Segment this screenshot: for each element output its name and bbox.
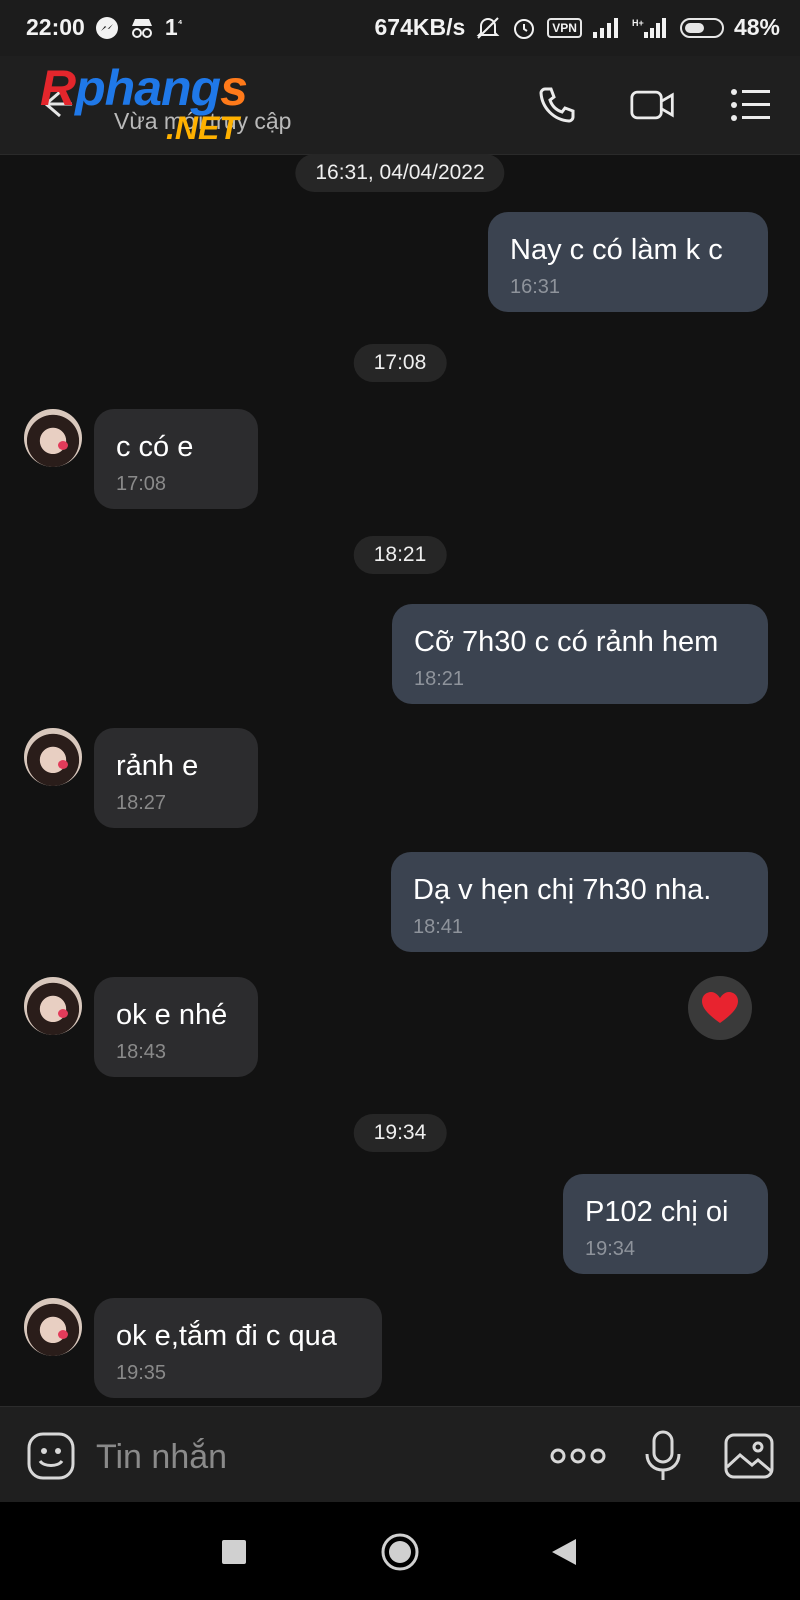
clock: 22:00 [26,14,85,40]
message-text: P102 chị oi [585,1196,729,1228]
microphone-icon[interactable] [636,1429,690,1483]
network-speed: 674KB/s [374,14,466,40]
message-time: 18:27 [116,792,167,814]
message-time: 18:43 [116,1041,167,1063]
date-divider: 16:31, 04/04/2022 [295,154,505,192]
recent-apps-icon[interactable] [212,1530,256,1574]
outgoing-message[interactable]: P102 chị oi 19:34 [563,1174,768,1274]
home-icon[interactable] [378,1530,422,1574]
svg-text:H+: H+ [632,18,644,28]
mute-bell-icon [475,15,501,41]
battery-icon [679,17,724,38]
incoming-message[interactable]: ok e,tắm đi c qua 19:35 [94,1298,382,1398]
incognito-icon [129,16,155,40]
signal-hplus-icon: H+ [632,17,670,39]
chat-header: Vừa mới truy cập Rphangs .NET [0,56,800,155]
outgoing-message[interactable]: Nay c có làm k c 16:31 [488,212,768,312]
outgoing-message[interactable]: Dạ v hẹn chị 7h30 nha. 18:41 [391,852,768,952]
heart-reaction[interactable] [688,976,752,1040]
messenger-icon [95,16,119,40]
contact-avatar[interactable] [24,1298,82,1356]
signal-icon [592,17,622,39]
notification-count: 1⁴ [164,14,183,40]
message-time: 19:34 [585,1238,636,1260]
back-triangle-icon[interactable] [542,1530,586,1574]
message-time: 18:21 [414,668,465,690]
video-call-icon[interactable] [630,82,676,128]
outgoing-message[interactable]: Cỡ 7h30 c có rảnh hem 18:21 [392,604,768,704]
image-gallery-icon[interactable] [722,1429,776,1483]
message-text: rảnh e [116,750,199,782]
message-text: Cỡ 7h30 c có rảnh hem [414,626,719,658]
time-divider: 19:34 [353,1114,447,1152]
message-text: ok e nhé [116,999,228,1031]
time-divider: 17:08 [353,344,447,382]
incoming-message[interactable]: c có e 17:08 [94,409,258,509]
system-navigation-bar [0,1502,800,1600]
time-divider: 18:21 [353,536,447,574]
message-time: 19:35 [116,1362,167,1384]
battery-percent: 48% [733,14,780,40]
message-time: 18:41 [413,916,464,938]
status-bar: 22:00 1⁴ 674KB/s VPN H+ 48% [0,0,800,56]
alarm-icon [511,15,537,41]
contact-avatar[interactable] [24,409,82,467]
emoji-sticker-icon[interactable] [24,1429,78,1483]
vpn-badge: VPN [547,17,582,38]
message-text: Nay c có làm k c [510,234,723,266]
message-input[interactable] [94,1431,518,1483]
heart-icon [702,992,738,1023]
message-time: 17:08 [116,473,167,495]
message-list[interactable]: 16:31, 04/04/2022 Nay c có làm k c 16:31… [0,154,800,1406]
message-composer [0,1406,800,1503]
message-text: Dạ v hẹn chị 7h30 nha. [413,874,712,906]
more-options-icon[interactable] [550,1429,606,1483]
message-time: 16:31 [510,276,561,298]
phone-call-icon[interactable] [534,82,580,128]
contact-avatar[interactable] [24,728,82,786]
message-text: ok e,tắm đi c qua [116,1320,337,1352]
menu-list-icon[interactable] [728,82,774,128]
watermark-logo: Rphangs [40,60,248,116]
watermark-logo-net: .NET [166,110,239,146]
contact-avatar[interactable] [24,977,82,1035]
incoming-message[interactable]: rảnh e 18:27 [94,728,258,828]
incoming-message[interactable]: ok e nhé 18:43 [94,977,258,1077]
message-text: c có e [116,431,194,463]
